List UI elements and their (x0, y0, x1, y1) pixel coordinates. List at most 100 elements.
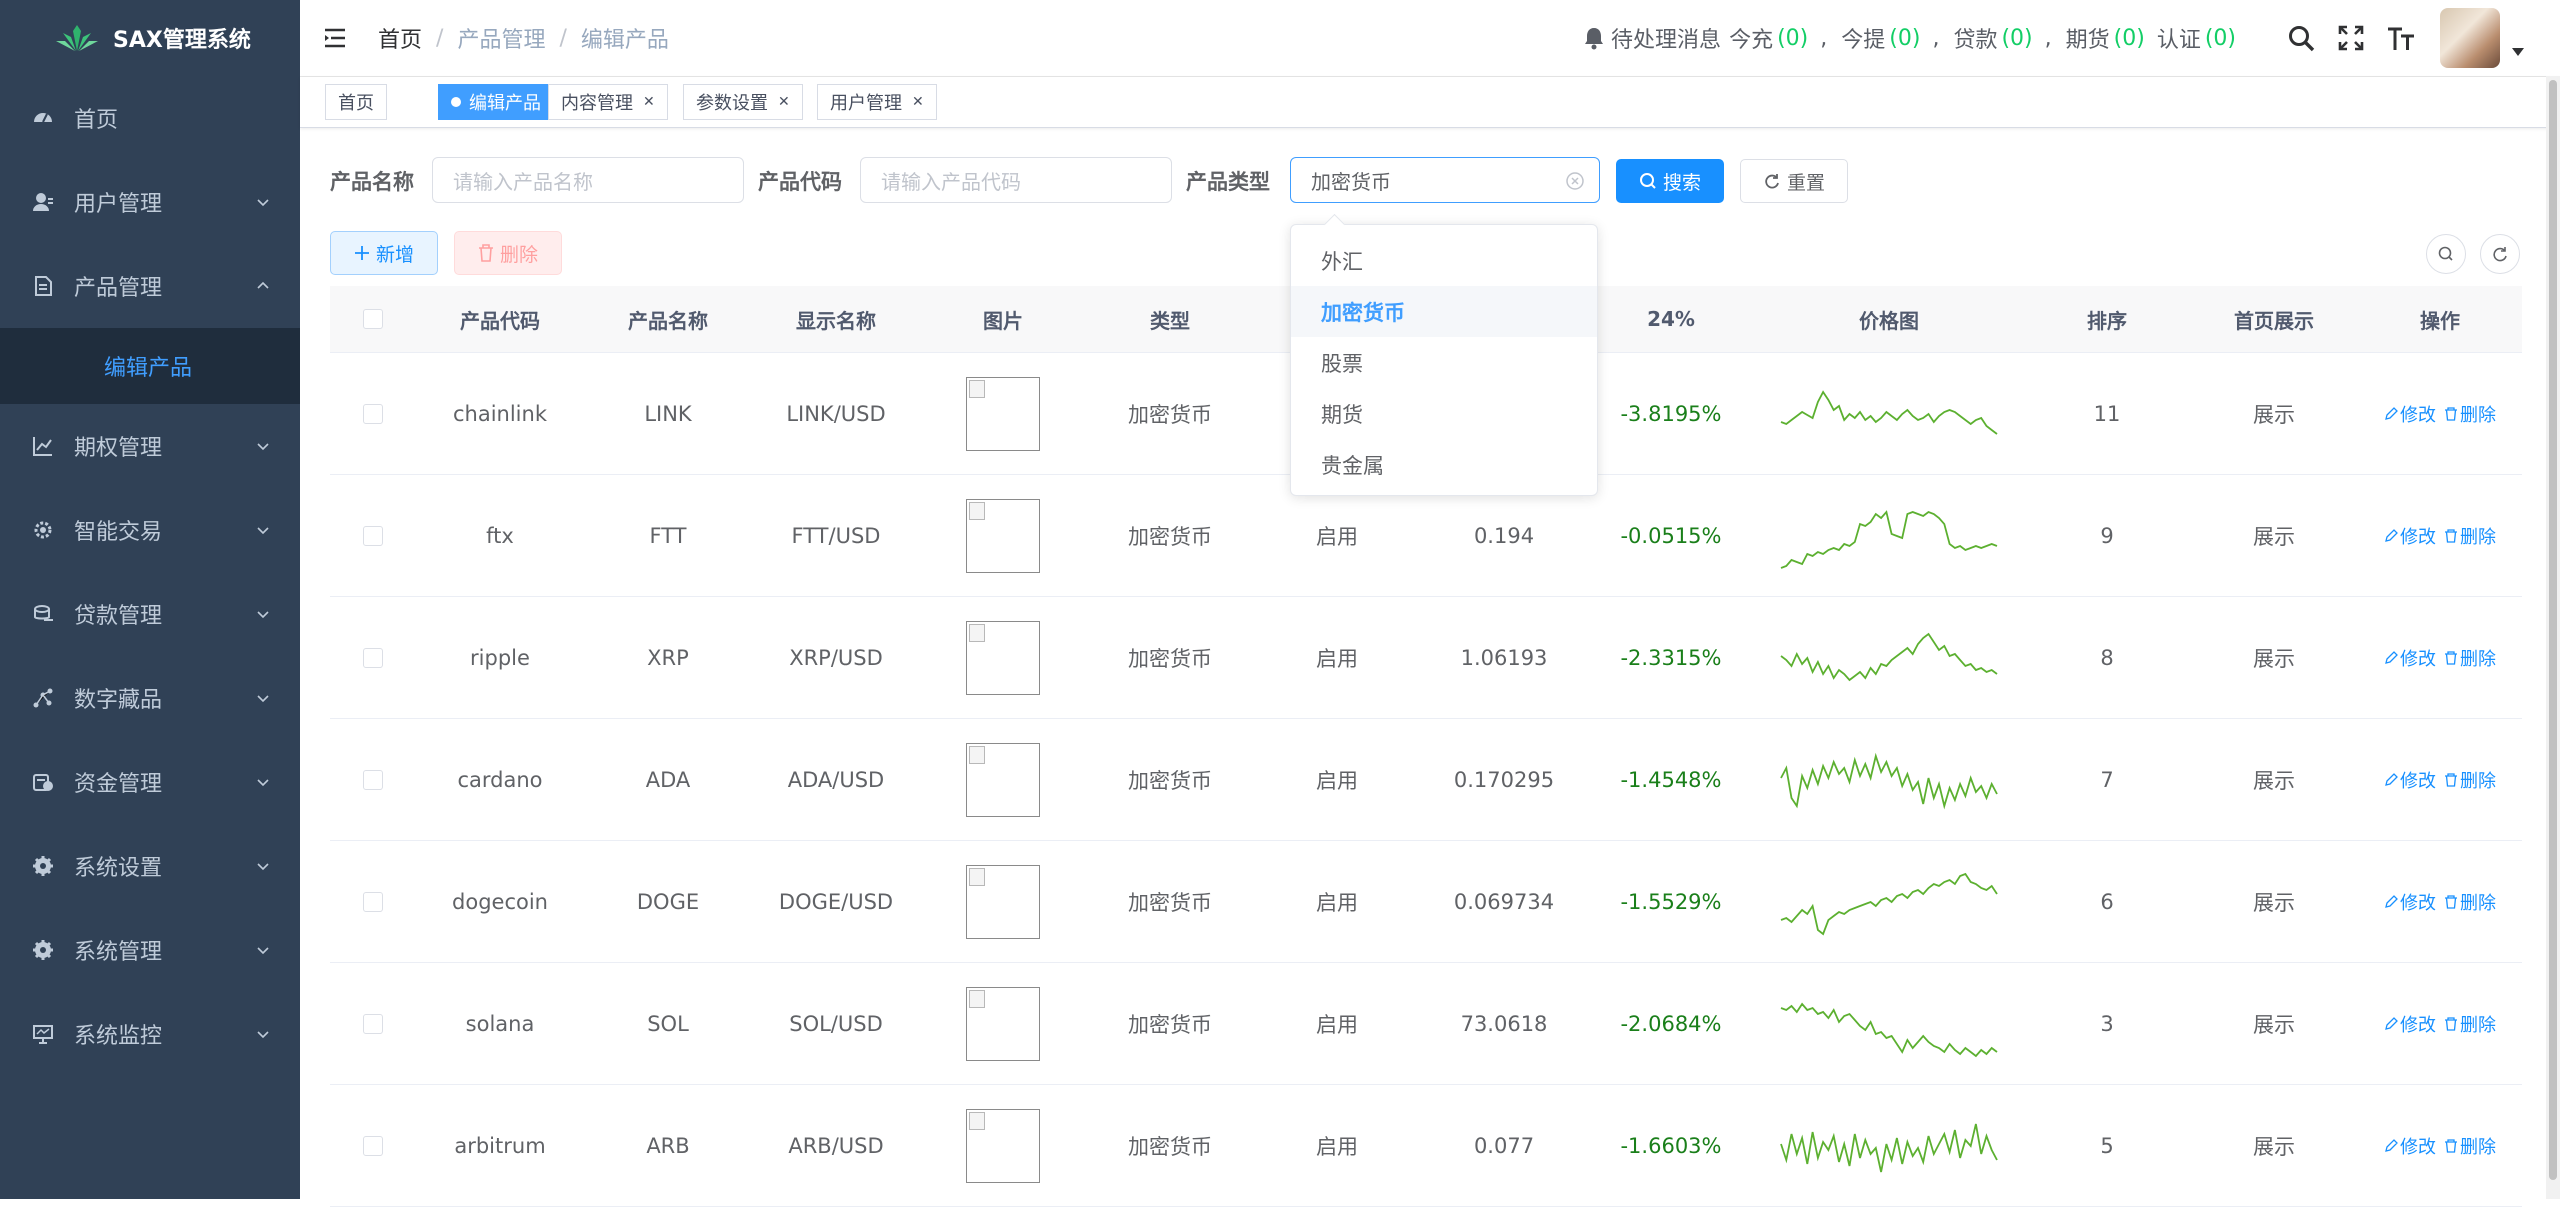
edit-button[interactable]: 修改 (2384, 889, 2436, 915)
tag-content-management[interactable]: 内容管理 ✕ (548, 84, 668, 120)
edit-button[interactable]: 修改 (2384, 645, 2436, 671)
product-code-cell: dogecoin (452, 889, 548, 914)
edit-button[interactable]: 修改 (2384, 1133, 2436, 1159)
product-type-select[interactable]: 加密货币 (1290, 157, 1600, 203)
dropdown-option-forex[interactable]: 外汇 (1291, 235, 1597, 286)
row-select[interactable] (330, 597, 416, 718)
delete-row-button[interactable]: 删除 (2444, 645, 2496, 671)
delete-row-button[interactable]: 删除 (2444, 401, 2496, 427)
row-select[interactable] (330, 719, 416, 840)
checkbox[interactable] (363, 769, 383, 790)
checkbox[interactable] (363, 525, 383, 546)
sidebar-item-fund-management[interactable]: 资金管理 (0, 740, 300, 824)
status-cell: 启用 (1316, 646, 1358, 671)
tag-home[interactable]: 首页 (325, 84, 387, 120)
sidebar-item-system-monitor[interactable]: 系统监控 (0, 992, 300, 1076)
delete-button[interactable]: 删除 (454, 231, 562, 275)
edit-button[interactable]: 修改 (2384, 767, 2436, 793)
avatar[interactable] (2440, 8, 2500, 68)
logo-icon (56, 25, 98, 51)
row-select[interactable] (330, 353, 416, 474)
checkbox[interactable] (363, 403, 383, 424)
sort-cell: 11 (2093, 401, 2121, 426)
add-button[interactable]: 新增 (330, 231, 438, 275)
row-select[interactable] (330, 963, 416, 1084)
hamburger-icon[interactable] (322, 25, 348, 51)
table-row: solana SOL SOL/USD 加密货币 启用 73.0618 -2.06… (330, 963, 2522, 1085)
delete-row-button[interactable]: 删除 (2444, 767, 2496, 793)
chevron-down-icon (257, 443, 269, 451)
dropdown-option-stocks[interactable]: 股票 (1291, 337, 1597, 388)
pending-notice[interactable]: 待处理消息 今充 (0) , 今提 (0) , 贷款 (0) , 期货 (0) … (1583, 0, 2248, 76)
reset-button[interactable]: 重置 (1740, 159, 1848, 203)
sidebar-item-system-settings[interactable]: 系统设置 (0, 824, 300, 908)
fullscreen-icon[interactable] (2336, 23, 2366, 53)
product-name-placeholder: 请输入产品名称 (453, 169, 593, 194)
breadcrumb-item-home[interactable]: 首页 (378, 22, 422, 54)
product-code-cell: solana (465, 1011, 535, 1036)
header-select-all[interactable] (330, 286, 416, 352)
caret-down-icon[interactable] (2512, 48, 2524, 56)
sidebar-subitem-edit-product[interactable]: 编辑产品 (0, 328, 300, 404)
font-size-icon[interactable] (2386, 23, 2416, 53)
checkbox[interactable] (363, 891, 383, 912)
checkbox[interactable] (363, 1135, 383, 1156)
header-cell: 排序 (2087, 308, 2127, 333)
delete-row-button-label: 删除 (2460, 526, 2496, 548)
breadcrumb-separator: / (436, 25, 444, 51)
sidebar-item-product-management[interactable]: 产品管理 (0, 244, 300, 328)
delete-row-button[interactable]: 删除 (2444, 523, 2496, 549)
checkbox[interactable] (363, 1013, 383, 1034)
row-select[interactable] (330, 475, 416, 596)
checkbox[interactable] (363, 647, 383, 668)
scrollbar-thumb[interactable] (2549, 80, 2557, 1180)
toggle-search-button[interactable] (2426, 234, 2466, 274)
refresh-table-button[interactable] (2480, 234, 2520, 274)
delete-row-button[interactable]: 删除 (2444, 1011, 2496, 1037)
clear-icon[interactable] (1565, 171, 1585, 191)
product-name-input[interactable]: 请输入产品名称 (432, 157, 744, 203)
refresh-icon (1765, 174, 1779, 189)
sidebar-item-options-management[interactable]: 期权管理 (0, 404, 300, 488)
add-button-label: 新增 (375, 243, 414, 266)
logo[interactable]: SAX管理系统 (0, 0, 300, 76)
edit-button[interactable]: 修改 (2384, 523, 2436, 549)
tag-user-management[interactable]: 用户管理 ✕ (817, 84, 937, 120)
gear-icon (30, 517, 56, 543)
image-cell (920, 963, 1086, 1084)
price-cell: 0.170295 (1453, 767, 1555, 792)
change-percent-cell: -3.8195% (1620, 401, 1722, 426)
edit-button[interactable]: 修改 (2384, 401, 2436, 427)
product-code-cell: chainlink (452, 401, 547, 426)
search-button[interactable]: 搜索 (1616, 159, 1724, 203)
sidebar-item-home[interactable]: 首页 (0, 76, 300, 160)
row-select[interactable] (330, 841, 416, 962)
delete-row-button[interactable]: 删除 (2444, 1133, 2496, 1159)
close-icon[interactable]: ✕ (778, 94, 790, 110)
sidebar-item-user-management[interactable]: 用户管理 (0, 160, 300, 244)
sidebar-item-loan-management[interactable]: 贷款管理 (0, 572, 300, 656)
search-icon[interactable] (2286, 23, 2316, 53)
header-cell: 类型 (1150, 308, 1190, 333)
delete-row-button[interactable]: 删除 (2444, 889, 2496, 915)
tag-parameter-settings[interactable]: 参数设置 ✕ (683, 84, 803, 120)
row-select[interactable] (330, 1085, 416, 1206)
price-chart-cell (1754, 1085, 2024, 1206)
sidebar-item-smart-trading[interactable]: 智能交易 (0, 488, 300, 572)
product-code-input[interactable]: 请输入产品代码 (860, 157, 1172, 203)
close-icon[interactable]: ✕ (912, 94, 924, 110)
checkbox[interactable] (363, 309, 383, 329)
dropdown-option-futures[interactable]: 期货 (1291, 388, 1597, 439)
vertical-scrollbar[interactable] (2546, 76, 2560, 1199)
broken-image-icon (966, 986, 1040, 1061)
sparkline-line (1780, 1002, 1998, 1057)
image-cell (920, 1085, 1086, 1206)
sidebar-item-system-management[interactable]: 系统管理 (0, 908, 300, 992)
chevron-down-icon (257, 695, 269, 703)
sidebar-item-digital-collectibles[interactable]: 数字藏品 (0, 656, 300, 740)
reset-button-label: 重置 (1786, 171, 1825, 194)
edit-button[interactable]: 修改 (2384, 1011, 2436, 1037)
dropdown-option-precious-metals[interactable]: 贵金属 (1291, 439, 1597, 490)
dropdown-option-crypto[interactable]: 加密货币 (1291, 286, 1597, 337)
close-icon[interactable]: ✕ (643, 94, 655, 110)
